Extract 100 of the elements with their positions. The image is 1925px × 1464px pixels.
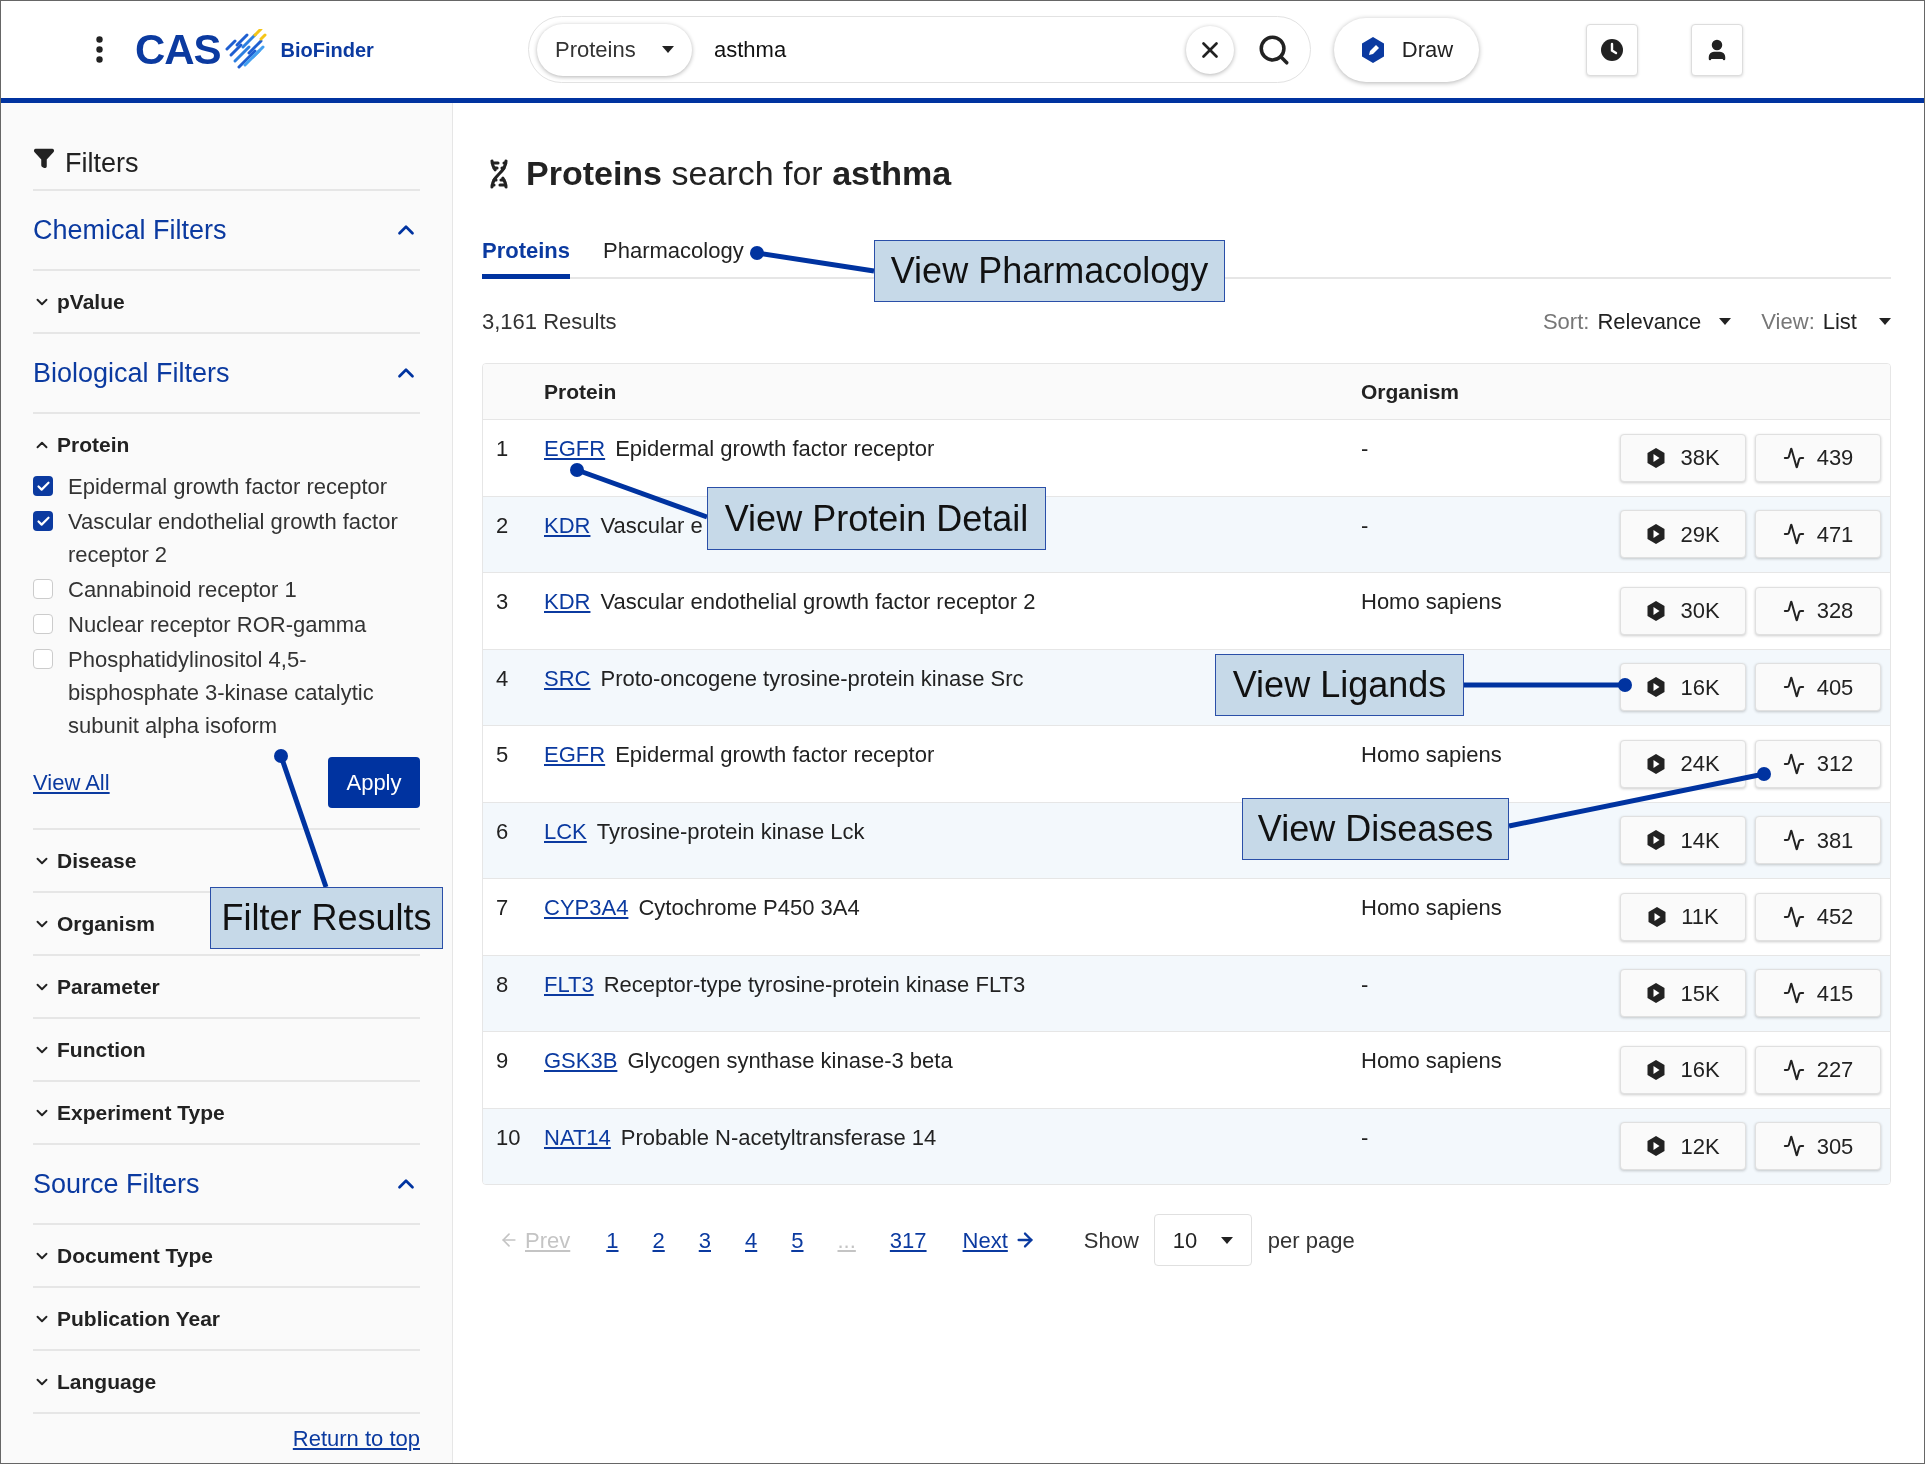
row-number: 5 [495,741,510,769]
diseases-button[interactable]: 452 [1755,892,1881,941]
filter-facet-header[interactable]: Function [33,1019,146,1080]
diseases-button[interactable]: 227 [1755,1045,1881,1094]
view-dropdown[interactable]: View: List [1761,304,1891,338]
row-number: 1 [495,435,510,463]
category-dropdown[interactable]: Proteins [537,23,692,76]
hexagon-icon [1646,523,1667,546]
search-icon [1257,32,1291,67]
hexagon-icon [1646,1058,1667,1081]
ligands-button[interactable]: 12K [1620,1122,1746,1171]
page-link[interactable]: 317 [889,1223,927,1257]
page-link[interactable]: 3 [698,1223,711,1257]
caret-icon [1719,317,1732,325]
hexagon-icon [1646,599,1667,622]
checkbox[interactable] [33,476,53,496]
protein-name: Receptor-type tyrosine-protein kinase FLT3 [603,970,1026,999]
clock-icon [1601,38,1623,61]
ligands-button[interactable]: 30K [1620,586,1746,635]
protein-symbol-link[interactable]: CYP3A4 [544,891,629,955]
caret-icon [1879,317,1891,325]
caret-icon [662,46,674,53]
view-all-link[interactable]: View All [33,766,110,799]
filter-group-title: Biological Filters [33,356,230,390]
search-bar[interactable]: Proteins asthma [528,16,1311,83]
filter-facet-header[interactable]: Disease [33,830,137,891]
diseases-button[interactable]: 405 [1755,663,1881,712]
pulse-icon [1782,829,1805,852]
organism-cell: - [1361,1124,1369,1150]
protein-symbol-link[interactable]: KDR [544,508,591,572]
protein-name: Vascular endothelial growth factor receptor 2 [600,588,1036,616]
protein-name: Glycogen synthase kinase-3 beta [627,1047,953,1075]
hexagon-icon [1646,752,1667,775]
protein-symbol-link[interactable]: NAT14 [544,1120,611,1184]
protein-symbol-link[interactable]: FLT3 [544,967,594,1031]
protein-symbol-link[interactable]: GSK3B [544,1044,618,1108]
apply-button[interactable]: Apply [328,757,420,808]
pulse-icon [1782,982,1805,1005]
diseases-button[interactable]: 312 [1755,739,1881,788]
protein-symbol-link[interactable]: KDR [544,585,591,649]
page-link[interactable]: 5 [791,1223,804,1257]
protein-symbol-link[interactable]: LCK [544,814,587,878]
filter-option-label: Phosphatidylinositol 4,5-bisphosphate 3-kinase catalytic subunit alpha isoform [68,646,375,740]
ligands-button[interactable]: 24K [1620,739,1746,788]
product-name: BioFinder [280,37,374,63]
page-link[interactable]: 1 [606,1223,619,1257]
column-header: Protein [544,378,618,405]
filter-facet-header[interactable]: pValue [33,271,125,332]
search-field[interactable]: asthma [714,33,1186,66]
filter-facet-header[interactable]: Organism [33,893,156,954]
filter-icon [33,147,55,169]
sort-dropdown[interactable]: Sort: Relevance [1542,304,1732,338]
row-number: 6 [495,817,510,846]
ligands-button[interactable]: 11K [1620,892,1746,941]
protein-symbol-link[interactable]: SRC [544,661,591,725]
callout-label: View Pharmacology [874,240,1225,302]
diseases-button[interactable]: 415 [1755,969,1881,1018]
checkbox[interactable] [33,649,53,669]
checkbox[interactable] [33,579,53,599]
pulse-icon [1782,446,1805,469]
page-link[interactable]: 2 [652,1223,665,1257]
tab[interactable]: Pharmacology [603,234,744,279]
hexagon-icon [1646,829,1667,852]
protein-name: Epidermal growth factor receptor [615,741,935,769]
filter-facet-header[interactable]: Protein [33,414,130,475]
next-link[interactable]: Next [962,1223,1036,1257]
ligands-button[interactable]: 16K [1620,1045,1746,1094]
row-number: 2 [495,511,510,540]
sidebar-title: Filters [65,147,139,180]
checkbox[interactable] [33,614,53,634]
filter-facet-header[interactable]: Language [33,1351,157,1412]
tab[interactable]: Proteins [482,234,571,279]
protein-symbol-link[interactable]: EGFR [544,432,606,496]
page-link[interactable]: 4 [745,1223,758,1257]
diseases-button[interactable]: 328 [1755,586,1881,635]
ligands-button[interactable]: 16K [1620,663,1746,712]
history-button[interactable] [1586,23,1638,76]
filter-facet-header[interactable]: Publication Year [33,1288,220,1349]
page-title: Proteins search for asthma [526,153,952,194]
caret-icon [1220,1236,1233,1244]
user-button[interactable] [1691,23,1743,76]
ligands-button[interactable]: 38K [1620,433,1746,482]
filter-facet-header[interactable]: Experiment Type [33,1082,225,1143]
return-to-top-link[interactable]: Return to top [292,1422,420,1455]
filter-facet-header[interactable]: Parameter [33,956,160,1017]
ligands-button[interactable]: 15K [1620,969,1746,1018]
filter-option-label: Nuclear receptor ROR-gamma [68,611,368,639]
diseases-button[interactable]: 439 [1755,433,1881,482]
diseases-button[interactable]: 471 [1755,510,1881,559]
checkbox[interactable] [33,511,53,531]
ligands-button[interactable]: 29K [1620,510,1746,559]
filter-group-title: Chemical Filters [33,213,227,247]
diseases-button[interactable]: 381 [1755,816,1881,865]
pulse-icon [1782,752,1805,775]
ligands-button[interactable]: 14K [1620,816,1746,865]
protein-symbol-link[interactable]: EGFR [544,738,606,802]
per-page-dropdown[interactable]: 10 [1153,1214,1252,1266]
diseases-button[interactable]: 305 [1755,1122,1881,1171]
draw-button[interactable]: Draw [1334,17,1479,82]
filter-facet-header[interactable]: Document Type [33,1225,213,1286]
